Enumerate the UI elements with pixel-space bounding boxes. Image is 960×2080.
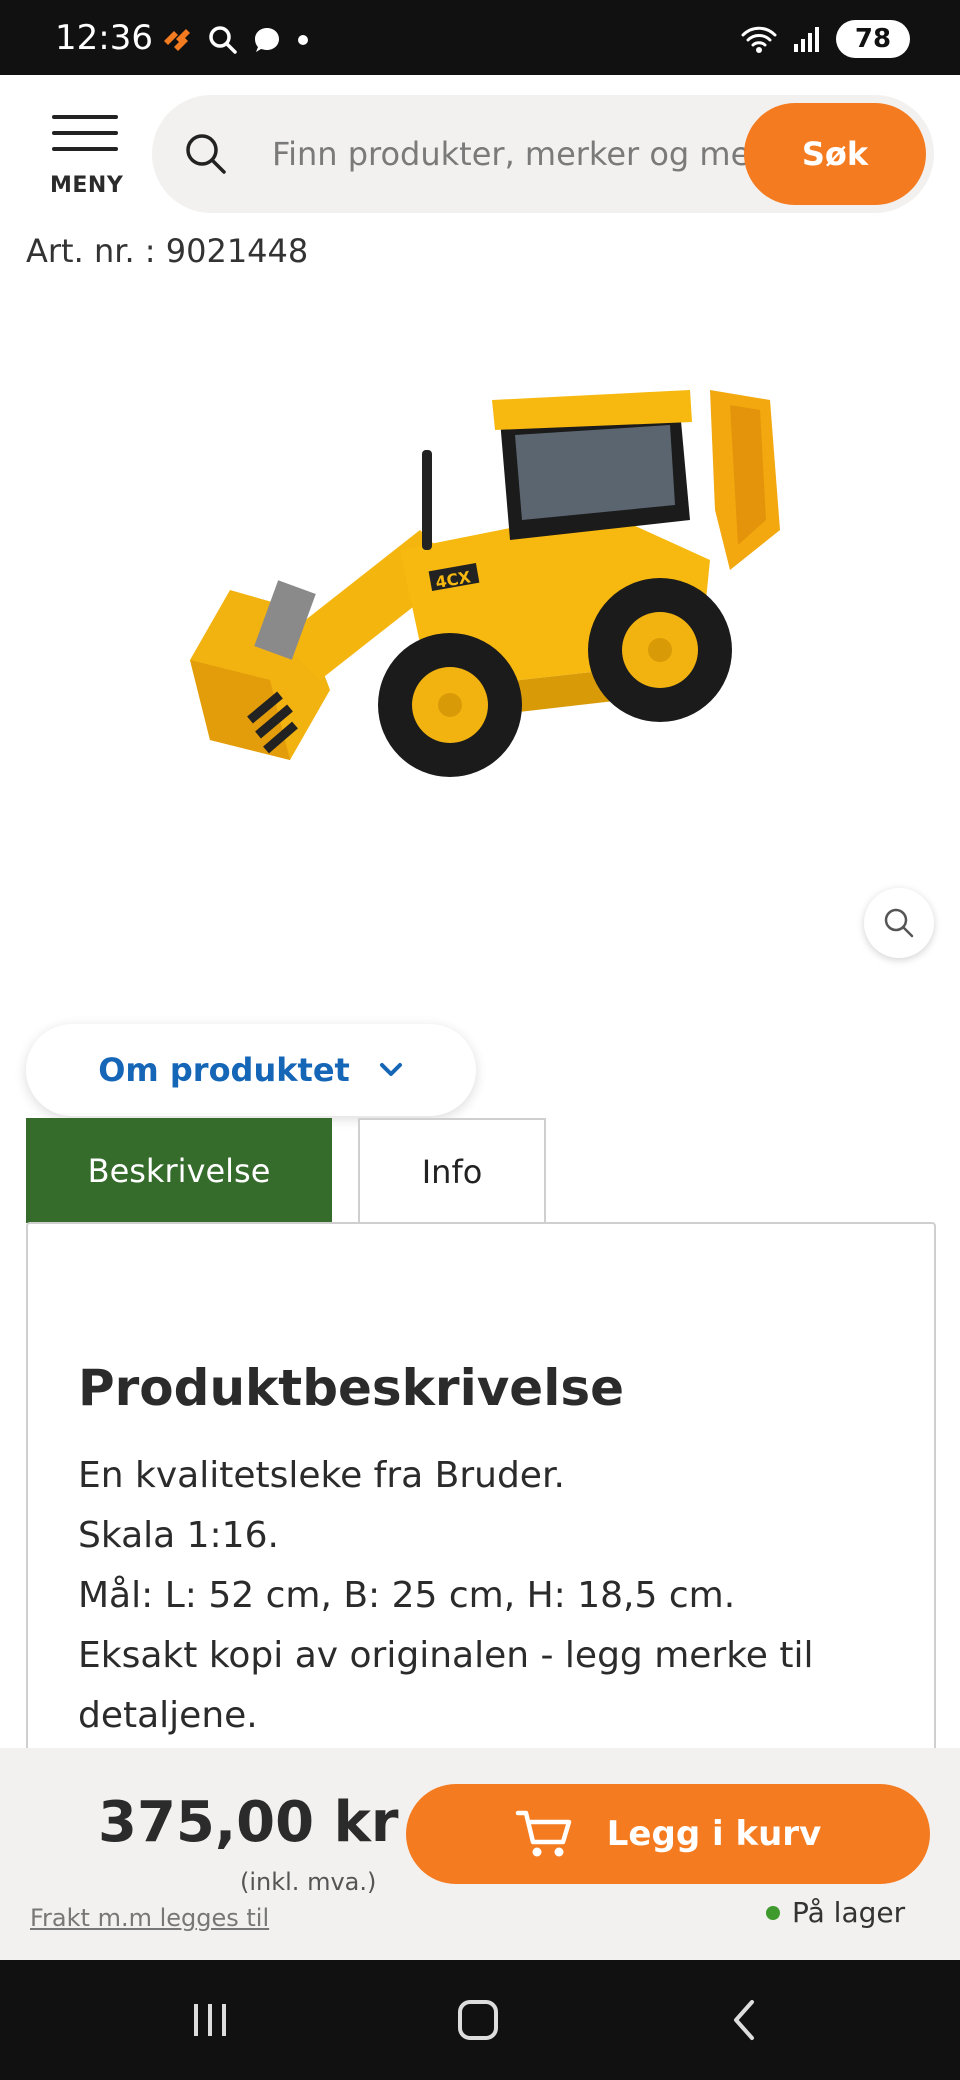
article-number: Art. nr. : 9021448 — [26, 232, 309, 270]
stock-dot-icon — [766, 1905, 780, 1920]
menu-button[interactable]: MENY — [42, 115, 132, 201]
dot-icon — [298, 35, 308, 45]
home-icon — [458, 2000, 498, 2040]
status-icons-right: 78 — [740, 20, 910, 58]
vat-note: (inkl. mva.) — [240, 1868, 377, 1896]
about-product-toggle[interactable]: Om produktet — [26, 1024, 476, 1116]
signal-icon — [794, 27, 819, 52]
search-button[interactable]: Søk — [744, 103, 926, 205]
search-bar: Søk — [152, 95, 934, 213]
menu-bar-icon — [52, 147, 118, 151]
status-bar: 12:36 78 — [0, 0, 960, 75]
description-line: En kvalitetsleke fra Bruder. — [78, 1455, 565, 1496]
menu-bar-icon — [52, 115, 118, 119]
home-button[interactable] — [438, 1988, 518, 2052]
search-input[interactable] — [272, 119, 782, 189]
cart-icon — [515, 1810, 571, 1857]
description-line: Skala 1:16. — [78, 1515, 279, 1556]
description-text: En kvalitetsleke fra Bruder. Skala 1:16.… — [78, 1446, 888, 1746]
about-product-label: Om produktet — [98, 1051, 350, 1089]
zoom-button[interactable] — [864, 888, 934, 958]
chevron-down-icon — [379, 1063, 402, 1076]
stock-label: På lager — [792, 1896, 906, 1929]
stock-status: På lager — [766, 1896, 905, 1929]
header: MENY Søk — [0, 75, 960, 235]
search-icon — [186, 134, 226, 174]
wifi-icon — [741, 26, 777, 53]
menu-bar-icon — [52, 131, 118, 135]
recent-apps-button[interactable] — [170, 1988, 250, 2052]
battery-level: 78 — [854, 24, 892, 54]
purchase-bar: 375,00 kr (inkl. mva.) Frakt m.m legges … — [0, 1748, 960, 1960]
status-time: 12:36 — [55, 18, 153, 58]
zoom-icon — [884, 908, 914, 938]
description-line: Eksakt kopi av originalen - legg merke t… — [78, 1635, 814, 1736]
product-image[interactable]: 4CX — [170, 360, 810, 800]
add-to-cart-button[interactable]: Legg i kurv — [406, 1784, 930, 1884]
tab-description[interactable]: Beskrivelse — [26, 1118, 332, 1223]
back-button[interactable] — [706, 1988, 786, 2052]
search-icon — [209, 26, 237, 54]
description-line: Mål: L: 52 cm, B: 25 cm, H: 18,5 cm. — [78, 1575, 736, 1616]
description-title: Produktbeskrivelse — [78, 1359, 625, 1417]
add-to-cart-label: Legg i kurv — [606, 1814, 822, 1854]
battery-icon: 78 — [836, 20, 910, 58]
notification-app-icon — [164, 29, 190, 51]
shipping-link[interactable]: Frakt m.m legges til — [30, 1904, 269, 1932]
menu-label: MENY — [50, 173, 124, 198]
status-icons-left — [160, 22, 310, 58]
back-icon — [734, 2000, 754, 2040]
price: 375,00 kr — [98, 1790, 399, 1855]
system-nav-bar — [0, 1960, 960, 2080]
tab-info[interactable]: Info — [358, 1118, 546, 1223]
messenger-icon — [255, 28, 279, 52]
recent-apps-icon — [194, 2004, 226, 2036]
